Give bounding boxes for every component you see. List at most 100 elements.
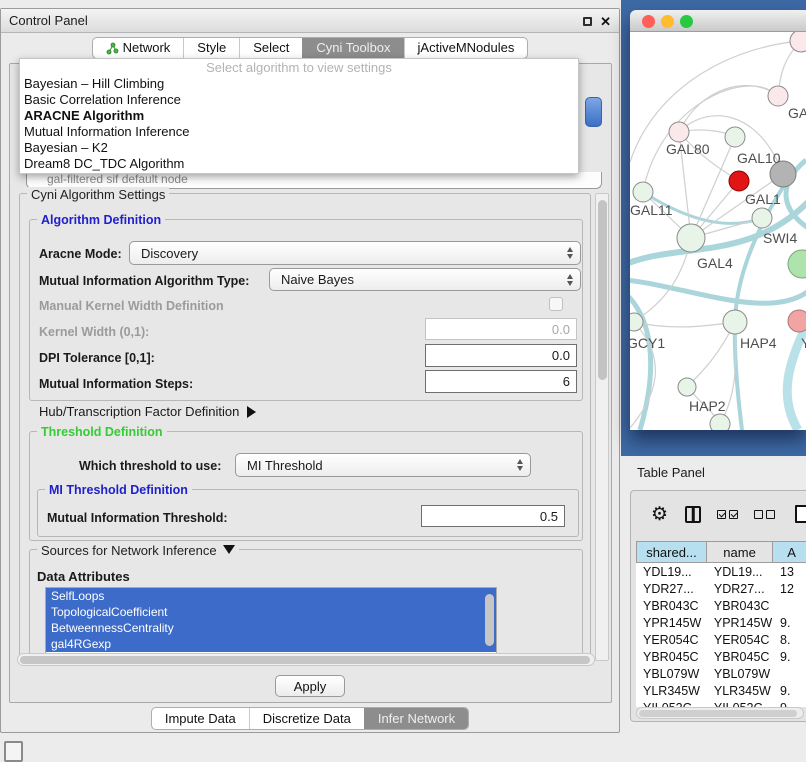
cell-name[interactable]: YBL079W	[707, 665, 773, 682]
network-canvas[interactable]: GAL GAL80 GAL10 GAL1 GAL11 SWI4 GAL4 GCY…	[630, 32, 806, 430]
network-node-gal1-selected[interactable]	[729, 171, 749, 191]
list-vertical-scrollbar[interactable]	[485, 590, 495, 652]
zoom-traffic-light[interactable]	[680, 15, 693, 28]
cell-name[interactable]: YDR27...	[707, 580, 773, 597]
cell-name[interactable]: YDL19...	[707, 563, 773, 580]
cell-shared[interactable]: YBR043C	[636, 597, 707, 614]
network-node-hap4[interactable]	[723, 310, 747, 334]
cell-value[interactable]: 9.	[773, 682, 806, 699]
sources-toggle[interactable]: Sources for Network Inference	[37, 543, 239, 558]
tab-cyni-toolbox[interactable]: Cyni Toolbox	[302, 38, 403, 58]
list-item-betweennesscentrality[interactable]: BetweennessCentrality	[46, 620, 496, 636]
cell-shared[interactable]: YDL19...	[636, 563, 707, 580]
table-row[interactable]: YLR345W YLR345W 9.	[636, 682, 806, 699]
cell-name[interactable]: YBR045C	[707, 648, 773, 665]
manual-kernel-checkbox[interactable]	[549, 297, 563, 311]
column-layout-icon[interactable]	[685, 506, 701, 523]
cell-shared[interactable]: YPR145W	[636, 614, 707, 631]
table-row[interactable]: YER054C YER054C 8.	[636, 631, 806, 648]
cell-name[interactable]: YBR043C	[707, 597, 773, 614]
control-panel-titlebar[interactable]: Control Panel ✕	[1, 9, 619, 33]
settings-vertical-scrollbar[interactable]	[595, 193, 609, 661]
algorithm-option-bayesian-k2[interactable]: Bayesian – K2	[20, 140, 578, 156]
mi-type-combo[interactable]: Naive Bayes	[269, 268, 581, 291]
gear-icon[interactable]: ⚙	[651, 503, 668, 526]
list-item-selfloops[interactable]: SelfLoops	[46, 588, 496, 604]
mi-steps-field[interactable]: 6	[425, 370, 577, 393]
network-node-salmon-right[interactable]	[788, 310, 806, 332]
close-traffic-light[interactable]	[642, 15, 655, 28]
cell-shared[interactable]: YBL079W	[636, 665, 707, 682]
network-node-bottom-partial[interactable]	[710, 414, 730, 430]
table-row[interactable]: YBR045C YBR045C 9.	[636, 648, 806, 665]
algorithm-option-aracne[interactable]: ARACNE Algorithm	[20, 108, 578, 124]
mi-threshold-field[interactable]: 0.5	[421, 505, 565, 527]
table-row[interactable]: YIL052C YIL052C 9	[636, 699, 806, 707]
table-row[interactable]: YDL19... YDL19... 13	[636, 563, 806, 580]
algorithm-option-mutual-information[interactable]: Mutual Information Inference	[20, 124, 578, 140]
algorithm-option-bayesian-hill-climbing[interactable]: Bayesian – Hill Climbing	[20, 76, 578, 92]
panel-corner-icon[interactable]	[4, 741, 23, 762]
cell-name[interactable]: YIL052C	[707, 699, 773, 707]
cell-value[interactable]: 9.	[773, 648, 806, 665]
network-node-gal11[interactable]	[633, 182, 653, 202]
float-panel-icon[interactable]	[583, 17, 592, 26]
which-threshold-combo[interactable]: MI Threshold	[235, 453, 531, 477]
tab-network[interactable]: Network	[93, 38, 184, 58]
aracne-mode-combo[interactable]: Discovery	[129, 241, 581, 265]
cell-name[interactable]: YER054C	[707, 631, 773, 648]
hub-tf-definition-toggle[interactable]: Hub/Transcription Factor Definition	[39, 404, 256, 419]
network-node-gal10[interactable]	[725, 127, 745, 147]
cell-value[interactable]: 12	[773, 580, 806, 597]
dpi-tolerance-field[interactable]: 0.0	[425, 344, 577, 367]
table-horizontal-scrollbar[interactable]	[636, 707, 804, 719]
network-node-swi4[interactable]	[752, 208, 772, 228]
cell-shared[interactable]: YLR345W	[636, 682, 707, 699]
network-node-gcy1[interactable]	[630, 313, 643, 331]
cell-value[interactable]: 13	[773, 563, 806, 580]
cell-value[interactable]: 9.	[773, 614, 806, 631]
cell-name[interactable]: YLR345W	[707, 682, 773, 699]
data-attributes-list[interactable]: SelfLoops TopologicalCoefficient Between…	[45, 587, 497, 655]
algorithm-combo-stepper-fragment[interactable]	[585, 97, 602, 127]
cell-value[interactable]	[773, 665, 806, 682]
cell-shared[interactable]: YBR045C	[636, 648, 707, 665]
list-item-gal4rgexp[interactable]: gal4RGexp	[46, 636, 496, 652]
column-header-shared-name[interactable]: shared...	[636, 541, 707, 563]
apply-button[interactable]: Apply	[275, 675, 345, 697]
network-node-gal80[interactable]	[669, 122, 689, 142]
network-node-gal-right[interactable]	[768, 86, 788, 106]
network-node-gal4[interactable]	[677, 224, 705, 252]
network-node-top-partial[interactable]	[790, 32, 806, 52]
network-node-hap2[interactable]	[678, 378, 696, 396]
deselect-all-checkboxes-icon[interactable]	[754, 510, 775, 519]
close-panel-icon[interactable]: ✕	[600, 15, 611, 28]
column-header-partial[interactable]: A	[773, 541, 806, 563]
table-row[interactable]: YDR27... YDR27... 12	[636, 580, 806, 597]
cell-shared[interactable]: YER054C	[636, 631, 707, 648]
cell-value[interactable]	[773, 597, 806, 614]
settings-horizontal-scrollbar[interactable]	[17, 653, 595, 666]
cell-value[interactable]: 8.	[773, 631, 806, 648]
cell-name[interactable]: YPR145W	[707, 614, 773, 631]
network-node-green-right[interactable]	[788, 250, 806, 278]
algorithm-option-basic-correlation[interactable]: Basic Correlation Inference	[20, 92, 578, 108]
tab-infer-network[interactable]: Infer Network	[364, 708, 468, 729]
table-row[interactable]: YPR145W YPR145W 9.	[636, 614, 806, 631]
cell-shared[interactable]: YDR27...	[636, 580, 707, 597]
tab-style[interactable]: Style	[183, 38, 239, 58]
table-row[interactable]: YBL079W YBL079W	[636, 665, 806, 682]
kernel-width-field[interactable]: 0.0	[425, 318, 577, 340]
cell-value[interactable]: 9	[773, 699, 806, 707]
tab-discretize-data[interactable]: Discretize Data	[249, 708, 364, 729]
tab-jactivemnodules[interactable]: jActiveMNodules	[404, 38, 528, 58]
table-row[interactable]: YBR043C YBR043C	[636, 597, 806, 614]
cell-shared[interactable]: YIL052C	[636, 699, 707, 707]
new-table-icon[interactable]	[795, 505, 806, 523]
minimize-traffic-light[interactable]	[661, 15, 674, 28]
tab-select[interactable]: Select	[239, 38, 302, 58]
tab-impute-data[interactable]: Impute Data	[152, 708, 249, 729]
column-header-name[interactable]: name	[707, 541, 773, 563]
list-item-topologicalcoefficient[interactable]: TopologicalCoefficient	[46, 604, 496, 620]
network-window-titlebar[interactable]	[630, 10, 806, 32]
